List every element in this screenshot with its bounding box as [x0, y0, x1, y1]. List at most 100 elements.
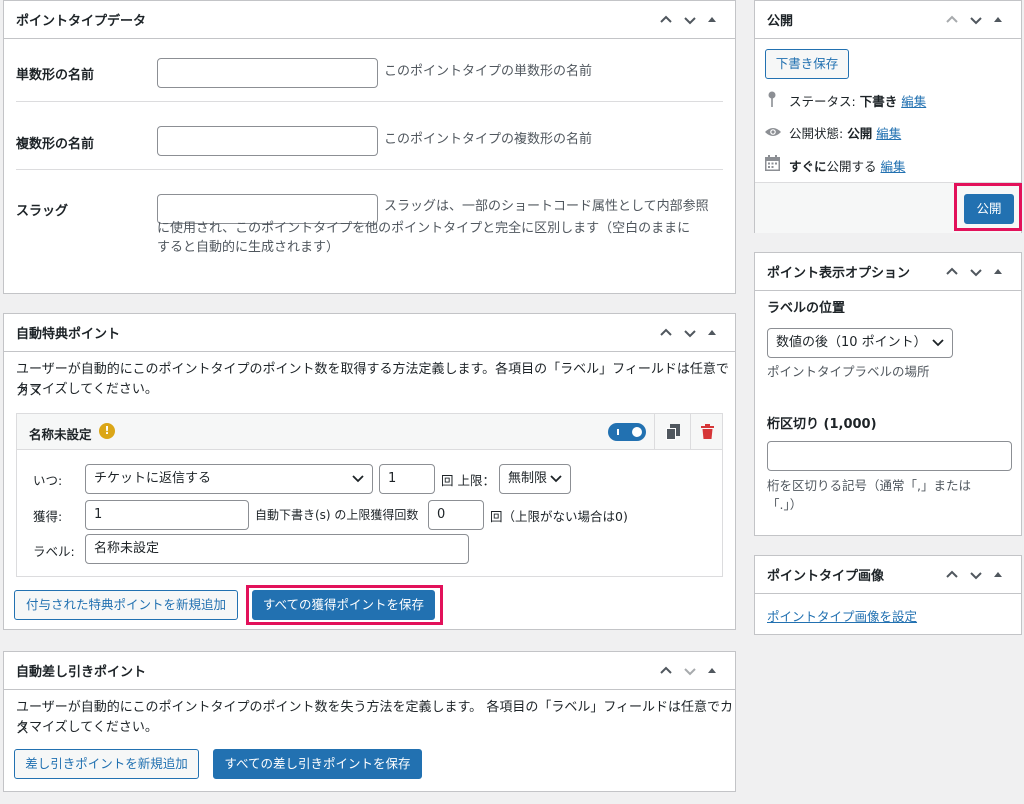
set-point-image-link[interactable]: ポイントタイプ画像を設定 — [767, 606, 917, 625]
collapse-toggle-icon[interactable] — [993, 15, 1009, 25]
status-row: ステータス: 下書き 編集 — [789, 91, 926, 110]
warning-icon: ! — [99, 423, 115, 439]
auto-award-panel: 自動特典ポイント ユーザーが自動的にこのポイントタイプのポイント数を取得する方法… — [3, 313, 736, 630]
collapse-toggle-icon[interactable] — [993, 267, 1009, 277]
move-up-icon[interactable] — [659, 13, 675, 27]
panel-header: ポイントタイプ画像 — [755, 556, 1021, 594]
visibility-row: 公開状態: 公開 編集 — [789, 123, 901, 142]
separator-desc-line-2: 「.」） — [767, 497, 803, 512]
duplicate-button[interactable] — [654, 414, 690, 449]
label-position-desc: ポイントタイプラベルの場所 — [767, 364, 930, 379]
times-input[interactable]: 1 — [379, 464, 435, 494]
max-input[interactable]: 0 — [428, 500, 484, 530]
edit-visibility-link[interactable]: 編集 — [876, 126, 901, 141]
highlight-frame — [246, 585, 443, 625]
panel-header: ポイント表示オプション — [755, 253, 1021, 291]
plural-label: 複数形の名前 — [16, 137, 95, 152]
edit-status-link[interactable]: 編集 — [901, 94, 926, 109]
singular-desc: このポイントタイプの単数形の名前 — [384, 64, 593, 79]
collapse-toggle-icon[interactable] — [707, 15, 723, 25]
add-deduct-button[interactable]: 差し引きポイントを新規追加 — [14, 749, 199, 779]
display-options-panel: ポイント表示オプション ラベルの位置 数値の後（10 ポイント） ポイントタイプ… — [754, 252, 1022, 536]
pin-icon — [768, 91, 776, 107]
limit-label: 回 上限： — [441, 473, 495, 488]
max-note: 回（上限がない場合は0) — [490, 509, 628, 524]
label-position-select[interactable]: 数値の後（10 ポイント） — [767, 328, 953, 358]
point-type-data-panel: ポイントタイプデータ 単数形の名前 このポイントタイプの単数形の名前 複数形の名… — [3, 0, 736, 294]
panel-title: 公開 — [767, 14, 794, 29]
slug-desc-line-3: すると自動的に生成されます） — [157, 240, 340, 255]
collapse-toggle-icon[interactable] — [993, 570, 1009, 580]
edit-schedule-link[interactable]: 編集 — [881, 159, 906, 174]
singular-label: 単数形の名前 — [16, 68, 95, 83]
visibility-label: 公開状態: — [789, 126, 844, 141]
add-award-button[interactable]: 付与された特典ポイントを新規追加 — [14, 590, 238, 620]
move-down-icon[interactable] — [969, 265, 985, 279]
visibility-value: 公開 — [847, 126, 873, 141]
separator-input[interactable] — [767, 441, 1012, 471]
divider — [16, 101, 723, 102]
hook-item-header: 名称未設定 ! — [17, 414, 722, 450]
separator-title: 桁区切り (1,000) — [767, 417, 877, 432]
label-position-title: ラベルの位置 — [767, 301, 846, 316]
label-input[interactable]: 名称未設定 — [85, 534, 469, 564]
highlight-frame — [954, 183, 1022, 231]
when-select[interactable]: チケットに返信する — [85, 464, 373, 494]
collapse-toggle-icon[interactable] — [707, 328, 723, 338]
move-up-icon[interactable] — [945, 265, 961, 279]
panel-title: 自動特典ポイント — [16, 327, 121, 342]
schedule-row: すぐに公開する 編集 — [789, 156, 906, 175]
earn-label: 獲得: — [33, 509, 63, 524]
award-hook-item: 名称未設定 ! いつ: チケットに返信する 1 回 上限： 無制限 獲得: 1 — [16, 413, 723, 577]
panel-header: ポイントタイプデータ — [4, 1, 735, 39]
move-down-icon[interactable] — [683, 664, 699, 678]
move-down-icon[interactable] — [969, 13, 985, 27]
slug-desc: スラッグは、一部のショートコード属性として内部参照 — [384, 199, 709, 214]
auto-deduct-panel: 自動差し引きポイント ユーザーが自動的にこのポイントタイプのポイント数を失う方法… — [3, 651, 736, 792]
status-label: ステータス: — [789, 94, 856, 109]
collapse-toggle-icon[interactable] — [707, 666, 723, 676]
hook-item-name: 名称未設定 — [29, 427, 92, 442]
panel-title: ポイントタイプデータ — [16, 14, 147, 29]
earn-input[interactable]: 1 — [85, 500, 249, 530]
move-up-icon[interactable] — [659, 664, 675, 678]
save-draft-button[interactable]: 下書き保存 — [765, 49, 849, 79]
chevron-down-icon — [932, 339, 944, 347]
eye-icon — [765, 128, 781, 136]
panel-header: 自動特典ポイント — [4, 314, 735, 352]
panel-title: 自動差し引きポイント — [16, 665, 147, 680]
auto-draft-label: 自動下書き(s) の上限獲得回数 — [255, 508, 419, 522]
auto-deduct-desc-line-2: タマイズしてください。 — [16, 720, 158, 735]
panel-title: ポイントタイプ画像 — [767, 569, 885, 584]
move-down-icon[interactable] — [683, 326, 699, 340]
enable-toggle[interactable] — [608, 423, 646, 441]
trash-icon — [701, 424, 714, 439]
plural-desc: このポイントタイプの複数形の名前 — [384, 132, 593, 147]
panel-header: 公開 — [755, 1, 1021, 39]
limit-select[interactable]: 無制限 — [499, 464, 571, 494]
delete-button[interactable] — [690, 414, 722, 449]
panel-header: 自動差し引きポイント — [4, 652, 735, 690]
slug-label: スラッグ — [16, 204, 69, 219]
move-down-icon[interactable] — [969, 568, 985, 582]
move-up-icon[interactable] — [945, 13, 961, 27]
panel-title: ポイント表示オプション — [767, 266, 911, 281]
chevron-down-icon — [352, 475, 364, 483]
status-value: 下書き — [859, 94, 898, 109]
label-label: ラベル: — [33, 544, 75, 559]
auto-award-desc-line-2: タマイズしてください。 — [16, 382, 158, 397]
schedule-bold: すぐに — [789, 159, 827, 174]
divider — [16, 169, 723, 170]
schedule-text: 公開する — [826, 159, 877, 174]
move-down-icon[interactable] — [683, 13, 699, 27]
point-image-panel: ポイントタイプ画像 ポイントタイプ画像を設定 — [754, 555, 1022, 635]
when-label: いつ: — [33, 473, 63, 488]
calendar-icon — [765, 155, 780, 171]
copy-icon — [666, 424, 680, 440]
singular-name-input[interactable] — [157, 58, 378, 88]
plural-name-input[interactable] — [157, 126, 378, 156]
chevron-down-icon — [550, 475, 562, 483]
save-deduct-button[interactable]: すべての差し引きポイントを保存 — [213, 749, 422, 779]
move-up-icon[interactable] — [659, 326, 675, 340]
move-up-icon[interactable] — [945, 568, 961, 582]
